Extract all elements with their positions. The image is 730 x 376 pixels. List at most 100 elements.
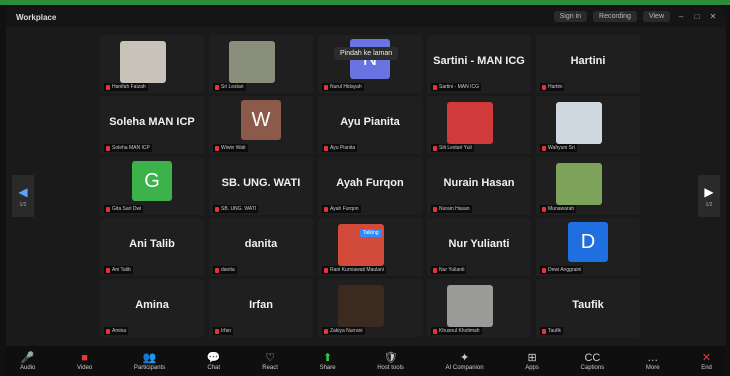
participant-tile[interactable]: danita danita bbox=[209, 218, 313, 276]
more-button[interactable]: … More bbox=[646, 346, 660, 376]
share-button[interactable]: ⬆ Share bbox=[320, 346, 336, 376]
minimize-icon[interactable]: – bbox=[676, 12, 686, 22]
participant-tile[interactable]: Ayah Furqon Ayah Furqon bbox=[318, 157, 422, 215]
participant-label-text: Rani Kurniawati Maulani bbox=[330, 267, 384, 273]
camera-button[interactable]: ■ Video bbox=[77, 346, 92, 376]
participant-tile[interactable]: Hanifah Faizah bbox=[100, 35, 204, 93]
participant-label-text: Sartini - MAN ICG bbox=[439, 84, 480, 90]
sign-in-button[interactable]: Sign in bbox=[553, 11, 588, 22]
participant-tile[interactable]: G Gita Sari Dwi bbox=[100, 157, 204, 215]
toolbar-label: Host tools bbox=[377, 365, 404, 371]
participant-label: danita bbox=[213, 266, 237, 274]
mic-muted-icon bbox=[542, 206, 546, 212]
chevron-left-icon: ◀ bbox=[18, 184, 28, 199]
participant-tile[interactable]: Wahyuni Sri bbox=[536, 96, 640, 154]
participant-tile[interactable]: Ayu Pianita Ayu Pianita bbox=[318, 96, 422, 154]
participant-label: Nurain Hasan bbox=[431, 205, 472, 213]
toolbar-label: Chat bbox=[207, 365, 221, 371]
participant-tile[interactable]: Sri Lestari bbox=[209, 35, 313, 93]
participant-tile[interactable]: Munawarah bbox=[536, 157, 640, 215]
toolbar-label: End bbox=[701, 365, 712, 371]
participant-tile[interactable]: Nurain Hasan Nurain Hasan bbox=[427, 157, 531, 215]
ai-companion-icon: ✦ bbox=[459, 352, 470, 364]
participant-label-text: Nurul Hidayah bbox=[330, 84, 362, 90]
prev-page-button[interactable]: ◀ 1/2 bbox=[12, 175, 34, 217]
participant-tile[interactable]: Hartini Hartini bbox=[536, 35, 640, 93]
participant-name: Amina bbox=[135, 299, 169, 311]
participant-label: Nur Yulianti bbox=[431, 266, 467, 274]
recording-indicator[interactable]: Recording bbox=[593, 11, 637, 22]
mic-muted-icon bbox=[433, 206, 437, 212]
participant-tile[interactable]: D Dewi Anggraini bbox=[536, 218, 640, 276]
participant-label: Wiwin Wati bbox=[213, 144, 248, 152]
apps-button[interactable]: ⊞ Apps bbox=[525, 346, 539, 376]
participant-name: Ani Talib bbox=[129, 238, 175, 250]
react-button[interactable]: ♡ React bbox=[262, 346, 278, 376]
participant-tile[interactable]: Siti Lestari Yuli bbox=[427, 96, 531, 154]
participant-video bbox=[229, 41, 275, 83]
toolbar-label: More bbox=[645, 365, 660, 371]
captions-icon: CC bbox=[584, 352, 601, 364]
participant-tile[interactable]: W Wiwin Wati bbox=[209, 96, 313, 154]
mic-muted-icon bbox=[542, 267, 546, 273]
participant-tile[interactable]: Zakiya Nurrani bbox=[318, 279, 422, 337]
participant-label-text: Irfan bbox=[221, 328, 232, 334]
toolbar-label: Participants bbox=[133, 365, 166, 371]
participant-label: Dewi Anggraini bbox=[540, 266, 584, 274]
participant-label: Hanifah Faizah bbox=[104, 83, 148, 91]
mic-muted-icon bbox=[433, 84, 437, 90]
mic-muted-icon bbox=[106, 206, 110, 212]
ai-companion-button[interactable]: ✦ AI Companion bbox=[446, 346, 484, 376]
toolbar-label: AI Companion bbox=[445, 365, 484, 371]
participant-tile[interactable]: Sartini - MAN ICG Sartini - MAN ICG bbox=[427, 35, 531, 93]
mic-muted-icon bbox=[106, 84, 110, 90]
mic-button[interactable]: 🎤 Audio bbox=[20, 346, 35, 376]
participant-video bbox=[447, 285, 493, 327]
participant-label: Sri Lestari bbox=[213, 83, 246, 91]
mic-muted-icon bbox=[324, 328, 328, 334]
participants-button[interactable]: 👥 Participants bbox=[134, 346, 165, 376]
participant-label: Nurul Hidayah bbox=[322, 83, 364, 91]
chat-button[interactable]: 💬 Chat bbox=[207, 346, 221, 376]
participant-video bbox=[338, 285, 384, 327]
captions-button[interactable]: CC Captions bbox=[581, 346, 605, 376]
participant-tile[interactable]: NNurul Hidayah bbox=[318, 35, 422, 93]
participant-tile[interactable]: Soleha MAN ICP Soleha MAN ICP bbox=[100, 96, 204, 154]
mic-muted-icon bbox=[542, 84, 546, 90]
end-button[interactable]: ✕ End bbox=[701, 346, 712, 376]
mic-muted-icon bbox=[106, 328, 110, 334]
participant-label-text: Ayah Furqon bbox=[330, 206, 359, 212]
participant-label: Ayah Furqon bbox=[322, 205, 361, 213]
participant-tile[interactable]: Taufik Taufik bbox=[536, 279, 640, 337]
video-grid: Hanifah FaizahSri LestariNNurul HidayahS… bbox=[100, 35, 640, 350]
view-button[interactable]: View bbox=[642, 11, 670, 22]
participant-label: Hartini bbox=[540, 83, 565, 91]
participant-label: Gita Sari Dwi bbox=[104, 205, 144, 213]
brand-bar bbox=[0, 0, 730, 5]
participant-tile[interactable]: Rani Kurniawati Maulani bbox=[318, 218, 422, 276]
maximize-icon[interactable]: □ bbox=[692, 12, 702, 22]
participant-label: Soleha MAN ICP bbox=[104, 144, 152, 152]
host-tools-button[interactable]: 🛡 Host tools bbox=[377, 346, 404, 376]
speaker-badge: Talking bbox=[360, 229, 382, 237]
participant-tile[interactable]: Khusnul Khotimah bbox=[427, 279, 531, 337]
meeting-window: Workplace Sign in Recording View – □ ✕ ◀… bbox=[6, 7, 726, 376]
mic-muted-icon bbox=[106, 145, 110, 151]
toolbar-label: Share bbox=[319, 365, 336, 371]
participant-label-text: Nurain Hasan bbox=[439, 206, 470, 212]
participant-name: Irfan bbox=[249, 299, 273, 311]
participant-tile[interactable]: Irfan Irfan bbox=[209, 279, 313, 337]
host-tools-icon: 🛡 bbox=[383, 352, 398, 364]
participant-tile[interactable]: SB. UNG. WATI SB. UNG. WATI bbox=[209, 157, 313, 215]
participant-label-text: danita bbox=[221, 267, 235, 273]
next-page-button[interactable]: ▶ 1/2 bbox=[698, 175, 720, 217]
participant-label-text: Dewi Anggraini bbox=[548, 267, 582, 273]
participant-tile[interactable]: Nur Yulianti Nur Yulianti bbox=[427, 218, 531, 276]
share-icon: ⬆ bbox=[322, 352, 333, 364]
participant-label-text: Khusnul Khotimah bbox=[439, 328, 480, 334]
close-icon[interactable]: ✕ bbox=[708, 12, 718, 22]
participant-tile[interactable]: Ani Talib Ani Talib bbox=[100, 218, 204, 276]
participant-name: Ayah Furqon bbox=[336, 177, 404, 189]
participant-video bbox=[447, 102, 493, 144]
participant-tile[interactable]: Amina Amina bbox=[100, 279, 204, 337]
